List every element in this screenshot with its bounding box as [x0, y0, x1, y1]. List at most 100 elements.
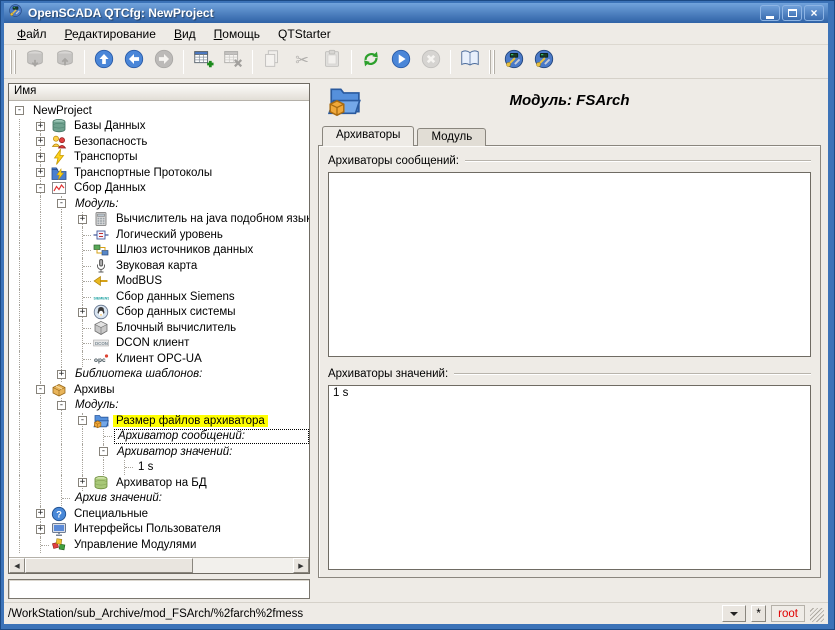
scrollbar-track[interactable] [193, 558, 293, 573]
tree-horizontal-scrollbar[interactable]: ◀ ▶ [9, 557, 309, 573]
tree-item[interactable]: SIEMENSСбор данных Siemens [9, 289, 309, 305]
tree-expander[interactable]: - [9, 106, 30, 115]
tree-item-label: Вычислитель на java подобном языке [113, 213, 309, 225]
tree-expander[interactable]: + [30, 150, 51, 166]
tree-expander[interactable]: + [72, 212, 93, 228]
tree-item[interactable]: -Архиватор значений: [9, 444, 309, 460]
siemens-icon: SIEMENS [93, 289, 109, 305]
refresh-button[interactable] [356, 47, 386, 77]
qtvision-launch-button[interactable] [529, 47, 559, 77]
add-item-button[interactable] [188, 47, 218, 77]
tree-item[interactable]: +Базы Данных [9, 119, 309, 135]
tree-expander[interactable]: + [30, 119, 51, 135]
tree-indent [9, 429, 30, 445]
tree-expander[interactable]: + [72, 305, 93, 321]
tree-expander[interactable]: + [30, 522, 51, 538]
tree-item[interactable]: DCONDCON клиент [9, 336, 309, 352]
scrollbar-thumb[interactable] [25, 558, 193, 573]
tree-item[interactable]: Шлюз источников данных [9, 243, 309, 259]
maximize-button[interactable] [782, 5, 802, 21]
app-window: OpenSCADA QTCfg: NewProject × ФайлРедакт… [0, 0, 835, 630]
paste-button [317, 47, 347, 77]
tree-item[interactable]: -Архивы [9, 382, 309, 398]
tree-indent [30, 413, 51, 429]
menu-item-0[interactable]: Файл [8, 23, 56, 44]
back-button[interactable] [119, 47, 149, 77]
tree-item[interactable]: +Архиватор на БД [9, 475, 309, 491]
tree-item[interactable]: -Модуль: [9, 196, 309, 212]
close-button[interactable]: × [804, 5, 824, 21]
scroll-right-button[interactable]: ▶ [293, 558, 309, 573]
tree-expander[interactable]: - [72, 413, 93, 429]
tree-item[interactable]: 1 s [9, 460, 309, 476]
tree-item[interactable]: Архив значений: [9, 491, 309, 507]
minimize-button[interactable] [760, 5, 780, 21]
tree-expander[interactable]: + [51, 367, 72, 383]
tree-indent [30, 444, 51, 460]
qtcfg-launch-button[interactable] [499, 47, 529, 77]
tree-item[interactable]: +Транспорты [9, 150, 309, 166]
toolbar-separator [183, 50, 184, 74]
tree-expander[interactable]: - [93, 444, 114, 460]
chevron-down-icon [730, 612, 738, 620]
menu-item-3[interactable]: Помощь [205, 23, 269, 44]
tree-expander[interactable]: - [30, 181, 51, 197]
titlebar[interactable]: OpenSCADA QTCfg: NewProject × [4, 3, 828, 23]
tree-item[interactable]: +Транспортные Протоколы [9, 165, 309, 181]
tree-search-input[interactable] [8, 579, 310, 599]
tree-expander[interactable]: + [30, 134, 51, 150]
message-archivers-list[interactable] [328, 172, 811, 357]
menu-item-4[interactable]: QTStarter [269, 23, 340, 44]
tree-indent [30, 398, 51, 414]
tree-header[interactable]: Имя [9, 84, 309, 101]
start-button[interactable] [386, 47, 416, 77]
list-item[interactable]: 1 s [329, 386, 810, 400]
toolbar-separator [84, 50, 85, 74]
tree-item[interactable]: +?Специальные [9, 506, 309, 522]
tab-module[interactable]: Модуль [417, 128, 486, 146]
toolbar-handle[interactable] [489, 50, 495, 74]
tree-item[interactable]: Звуковая карта [9, 258, 309, 274]
tree-item[interactable]: +Интерфейсы Пользователя [9, 522, 309, 538]
tree-item[interactable]: Архиватор сообщений: [9, 429, 309, 445]
svg-text:?: ? [56, 509, 62, 520]
tree-indent [9, 243, 30, 259]
tree-indent [51, 444, 72, 460]
tree-expander[interactable]: + [30, 506, 51, 522]
tree-expander[interactable]: + [72, 475, 93, 491]
scroll-left-button[interactable]: ◀ [9, 558, 25, 573]
current-user-button[interactable]: root [771, 605, 805, 622]
tree-item[interactable]: -Модуль: [9, 398, 309, 414]
maximize-icon [788, 9, 797, 17]
tree-item[interactable]: Блочный вычислитель [9, 320, 309, 336]
tree-expander[interactable]: + [30, 165, 51, 181]
package-icon [51, 382, 67, 398]
manual-button[interactable] [455, 47, 485, 77]
project-tree: Имя -NewProject+Базы Данных+Безопасность… [8, 83, 310, 574]
status-dropdown-button[interactable] [722, 605, 746, 622]
tree-item[interactable]: +Безопасность [9, 134, 309, 150]
tree-expander[interactable]: - [51, 196, 72, 212]
up-button[interactable] [89, 47, 119, 77]
tree-item[interactable]: -Сбор Данных [9, 181, 309, 197]
resize-grip[interactable] [810, 608, 824, 622]
tree-item[interactable]: -Размер файлов архиватора [9, 413, 309, 429]
tree-item[interactable]: + Вычислитель на java подобном языке [9, 212, 309, 228]
tree-connector [51, 491, 72, 507]
tree-indent [9, 119, 30, 135]
value-archivers-list[interactable]: 1 s [328, 385, 811, 570]
tab-archivers[interactable]: Архиваторы [322, 126, 414, 146]
tree-expander[interactable]: - [30, 382, 51, 398]
tree-item[interactable]: ModBUS [9, 274, 309, 290]
menu-item-1[interactable]: Редактирование [56, 23, 165, 44]
menu-item-2[interactable]: Вид [165, 23, 205, 44]
tree-expander[interactable]: - [51, 398, 72, 414]
tree-item[interactable]: +Библиотека шаблонов: [9, 367, 309, 383]
tree-item[interactable]: Управление Модулями [9, 537, 309, 553]
toolbar-handle[interactable] [10, 50, 16, 74]
opc-icon: opc [93, 351, 109, 367]
tree-item[interactable]: opcКлиент OPC-UA [9, 351, 309, 367]
tree-item[interactable]: +Сбор данных системы [9, 305, 309, 321]
tree-item[interactable]: Логический уровень [9, 227, 309, 243]
tree-item[interactable]: -NewProject [9, 103, 309, 119]
